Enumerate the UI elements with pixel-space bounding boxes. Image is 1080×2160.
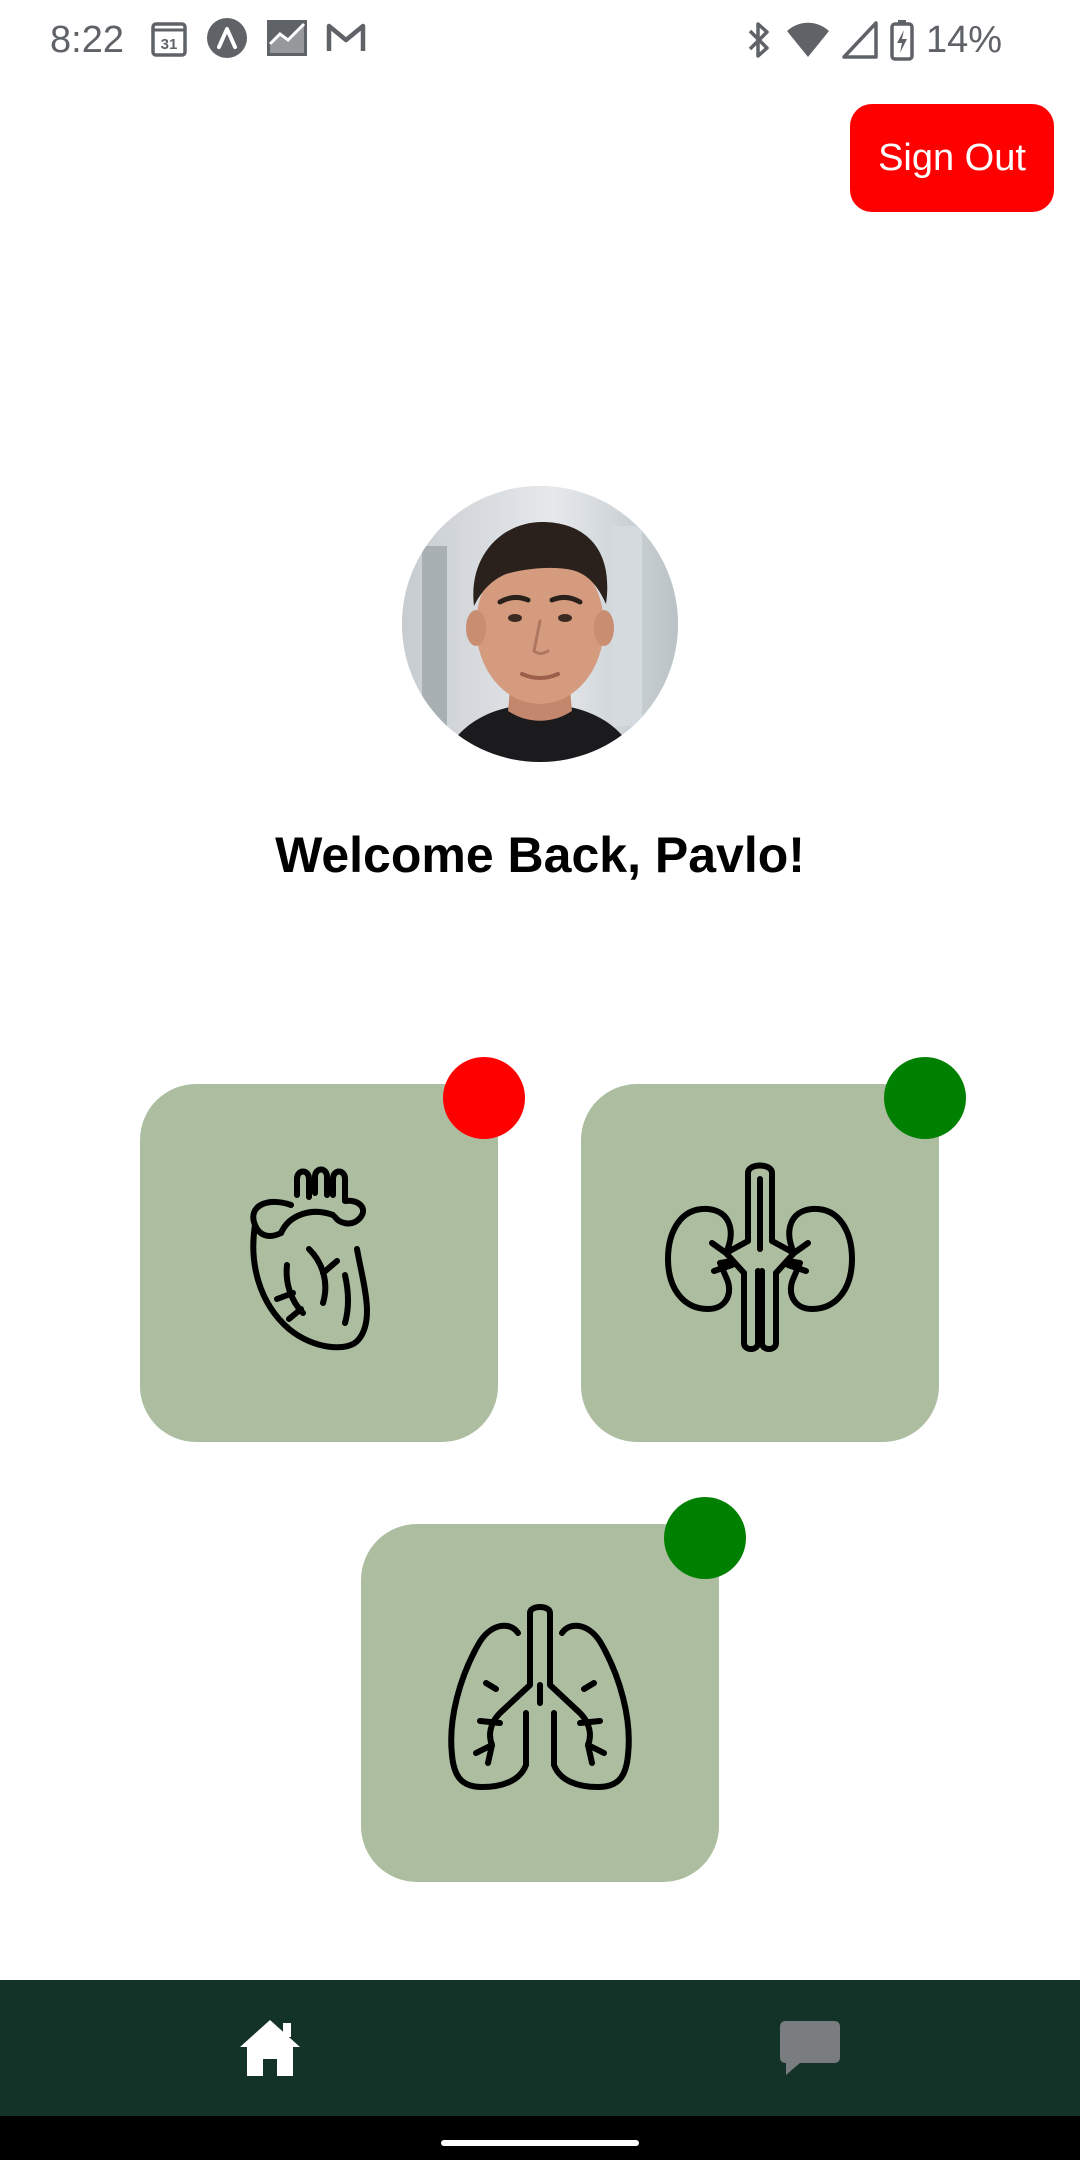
nav-chat[interactable]	[760, 2000, 860, 2096]
kidneys-icon	[665, 1162, 855, 1352]
gmail-icon	[326, 22, 366, 54]
home-screen: 8:22 31 14% Sign Out Welcome Back, Pavlo…	[0, 0, 1080, 2160]
notification-icons: 31	[150, 17, 366, 59]
avatar	[402, 486, 678, 762]
status-time: 8:22	[50, 19, 124, 61]
battery-percent: 14%	[925, 19, 1002, 61]
battery-charging-icon	[890, 19, 914, 61]
wifi-icon	[786, 21, 830, 59]
lungs-icon	[448, 1604, 632, 1790]
calendar-icon: 31	[150, 18, 188, 58]
lungs-card[interactable]	[361, 1524, 719, 1882]
lungs-status-indicator	[664, 1497, 746, 1579]
cell-signal-icon	[842, 21, 878, 59]
svg-text:31: 31	[161, 36, 178, 53]
gesture-handle[interactable]	[441, 2140, 639, 2146]
chart-app-icon	[266, 18, 308, 58]
welcome-heading: Welcome Back, Pavlo!	[275, 827, 805, 883]
heart-status-indicator	[443, 1057, 525, 1139]
status-bar: 8:22 31 14%	[0, 0, 1080, 80]
system-icons: 14%	[744, 14, 1002, 66]
heart-card[interactable]	[140, 1084, 498, 1442]
home-icon	[240, 2020, 300, 2076]
kidneys-status-indicator	[884, 1057, 966, 1139]
bluetooth-icon	[744, 20, 774, 60]
system-gesture-area	[0, 2116, 1080, 2160]
kidneys-card[interactable]	[581, 1084, 939, 1442]
chat-icon	[780, 2021, 840, 2075]
heart-icon	[250, 1166, 370, 1351]
nav-home[interactable]	[220, 2000, 320, 2096]
bottom-navigation	[0, 1980, 1080, 2116]
sign-out-button[interactable]: Sign Out	[850, 104, 1054, 212]
app-a-icon	[206, 17, 248, 59]
